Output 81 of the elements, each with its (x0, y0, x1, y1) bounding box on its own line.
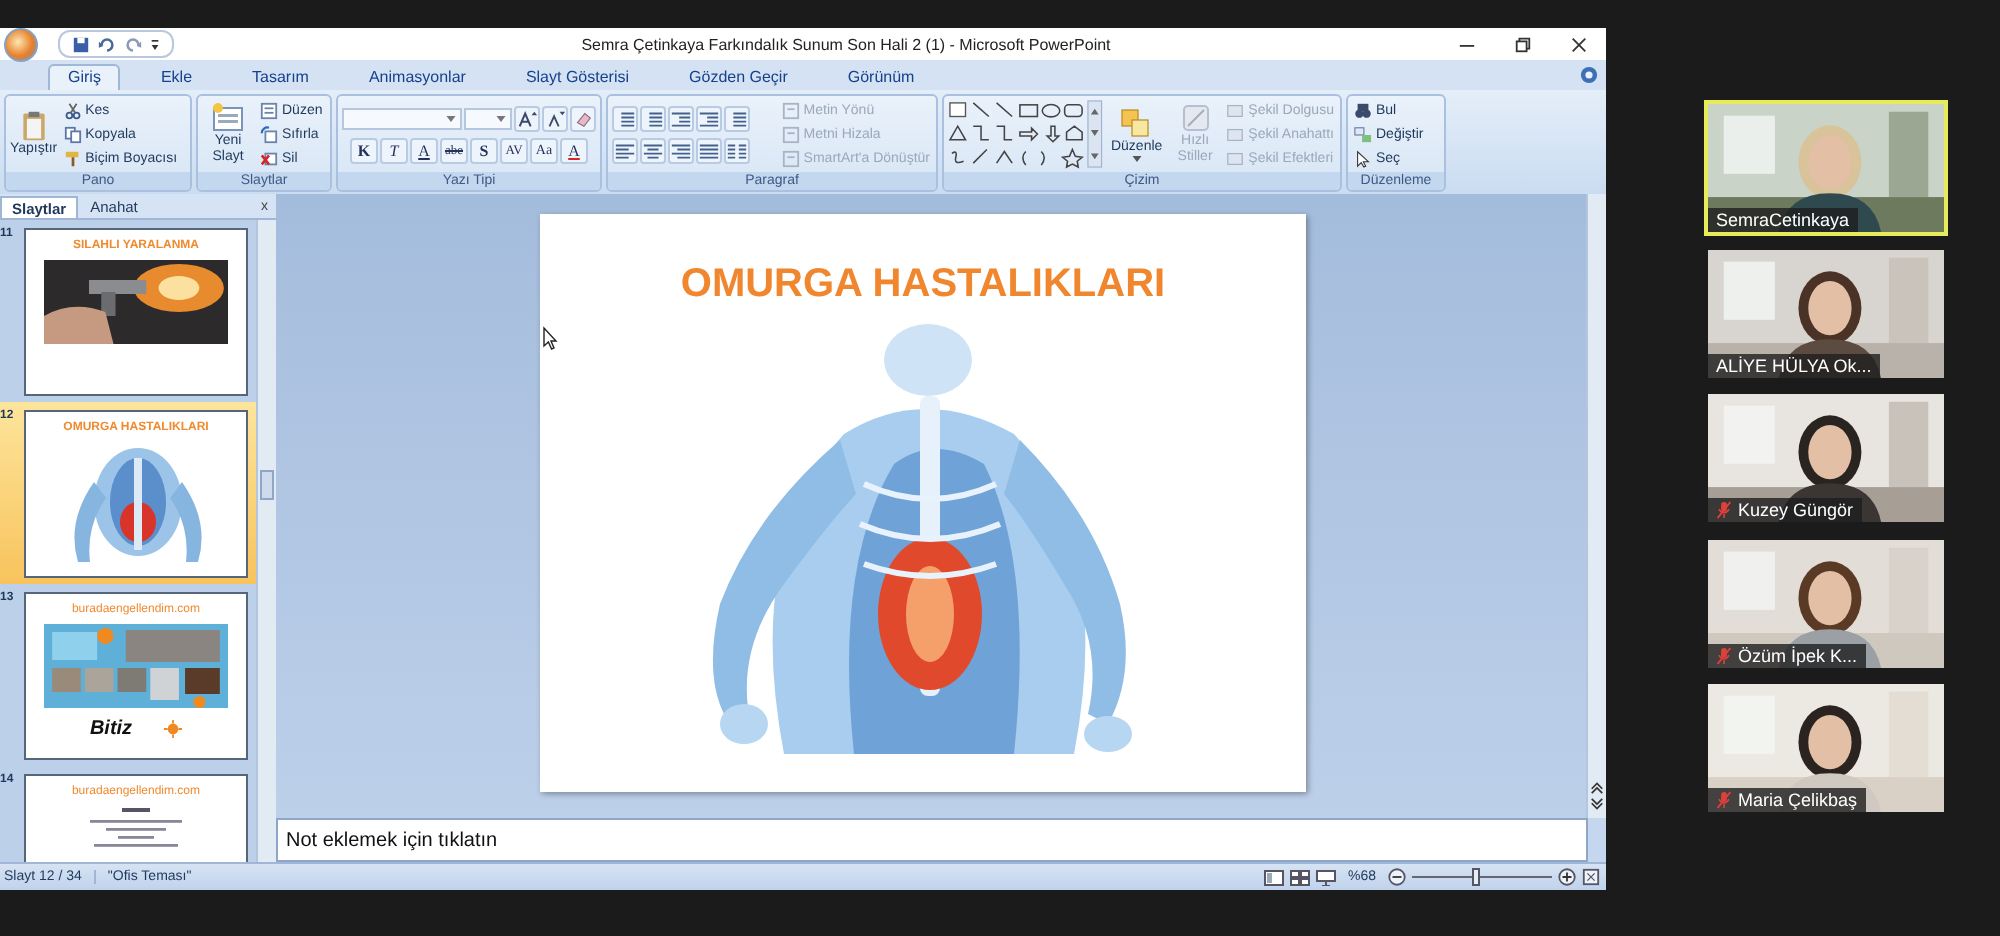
scissors-icon (63, 101, 82, 119)
grow-font-icon[interactable] (514, 105, 540, 131)
previous-slide-icon[interactable] (1590, 780, 1604, 794)
cursor-icon (1354, 149, 1372, 167)
slide-title: OMURGA HASTALIKLARI (680, 262, 1166, 308)
video-tile[interactable]: Özüm İpek K... (1704, 535, 1948, 671)
notes-field[interactable]: Not eklemek için tıklatın (276, 818, 1588, 862)
close-icon (1569, 35, 1587, 53)
bullet-list-icon[interactable] (612, 105, 638, 131)
participant-name: Maria Çelikbaş (1738, 790, 1858, 810)
new-slide-icon (212, 102, 244, 134)
customize-caret-icon[interactable] (150, 37, 160, 51)
zoom-slider[interactable] (1412, 868, 1552, 886)
video-tile[interactable]: ALİYE HÜLYA Ok... (1704, 245, 1948, 381)
delete-icon (260, 149, 278, 167)
align-left-icon[interactable] (612, 137, 638, 163)
undo-icon[interactable] (98, 35, 116, 53)
window-title: Semra Çetinkaya Farkındalık Sunum Son Hali 2 (1) - Microsoft PowerPoint (579, 35, 1113, 53)
text-box-icon (781, 149, 800, 167)
slideshow-icon[interactable] (1315, 869, 1336, 885)
ribbon-tab[interactable]: Slayt Gösterisi (505, 64, 650, 90)
redo-icon[interactable] (124, 35, 142, 53)
caret-icon (496, 115, 506, 121)
style-icon (1179, 102, 1212, 134)
fit-to-window-icon[interactable] (1582, 868, 1600, 886)
participant-name: SemraCetinkaya (1716, 210, 1850, 230)
ribbon-tab[interactable]: Ekle (140, 64, 213, 90)
scrollbar[interactable] (256, 220, 276, 862)
caret-icon (446, 115, 456, 121)
participant-name: ALİYE HÜLYA Ok... (1716, 355, 1872, 375)
format-button[interactable]: K (350, 137, 378, 163)
numbered-list-icon[interactable] (640, 105, 666, 131)
align-center-icon[interactable] (640, 137, 666, 163)
shapes-gallery-drawing[interactable] (948, 98, 1104, 170)
ribbon-tab[interactable]: Gözden Geçir (669, 64, 808, 90)
logo-text: Bitiz (89, 718, 133, 740)
caret-icon (1131, 155, 1142, 161)
reset-icon (260, 125, 278, 143)
justify-icon[interactable] (696, 137, 722, 163)
indent-icon[interactable] (696, 105, 722, 131)
brush-icon (63, 149, 82, 167)
text-box-icon (781, 101, 800, 119)
font-size-field[interactable] (464, 107, 512, 129)
ribbon-tab[interactable]: Animasyonlar (348, 64, 486, 90)
align-right-icon[interactable] (668, 137, 694, 163)
scrollbar[interactable] (1586, 194, 1606, 818)
zoom-out-icon[interactable] (1388, 868, 1406, 886)
font-name-field[interactable] (342, 107, 462, 129)
zoom-in-icon[interactable] (1558, 868, 1576, 886)
binoculars-icon (1354, 101, 1372, 119)
format-button[interactable]: S (470, 137, 498, 163)
ribbon-tab[interactable]: Görünüm (827, 64, 935, 90)
participant-name: Kuzey Güngör (1738, 500, 1854, 520)
format-button[interactable]: T (380, 137, 408, 163)
normal-view-icon[interactable] (1263, 869, 1284, 885)
ribbon-tab[interactable]: Tasarım (232, 64, 329, 90)
text-box-icon (781, 125, 800, 143)
ribbon-tab[interactable]: Giriş (48, 64, 121, 90)
video-tile[interactable]: Kuzey Güngör (1704, 390, 1948, 526)
replace-icon (1354, 125, 1372, 143)
video-tile[interactable]: Maria Çelikbaş (1704, 680, 1948, 816)
help-icon[interactable] (1580, 66, 1598, 84)
slide-sorter-icon[interactable] (1289, 869, 1310, 885)
arrange-icon (1120, 107, 1153, 139)
office-button[interactable] (4, 27, 38, 61)
sun-icon (164, 720, 183, 738)
columns-icon[interactable] (724, 137, 750, 163)
shrink-font-icon[interactable] (542, 105, 568, 131)
layout-icon (260, 101, 278, 119)
save-icon[interactable] (72, 35, 90, 53)
next-slide-icon[interactable] (1590, 798, 1604, 812)
restore-icon (1513, 35, 1531, 53)
participant-name: Özüm İpek K... (1738, 645, 1858, 665)
video-tile[interactable]: SemraCetinkaya (1704, 100, 1948, 236)
copy-icon (63, 125, 82, 143)
line-spacing-icon[interactable] (724, 105, 750, 131)
eraser-icon[interactable] (570, 105, 596, 131)
format-button[interactable]: A (560, 137, 588, 163)
clipboard-icon (17, 110, 50, 142)
format-button[interactable]: A (410, 137, 438, 163)
outdent-icon[interactable] (668, 105, 694, 131)
